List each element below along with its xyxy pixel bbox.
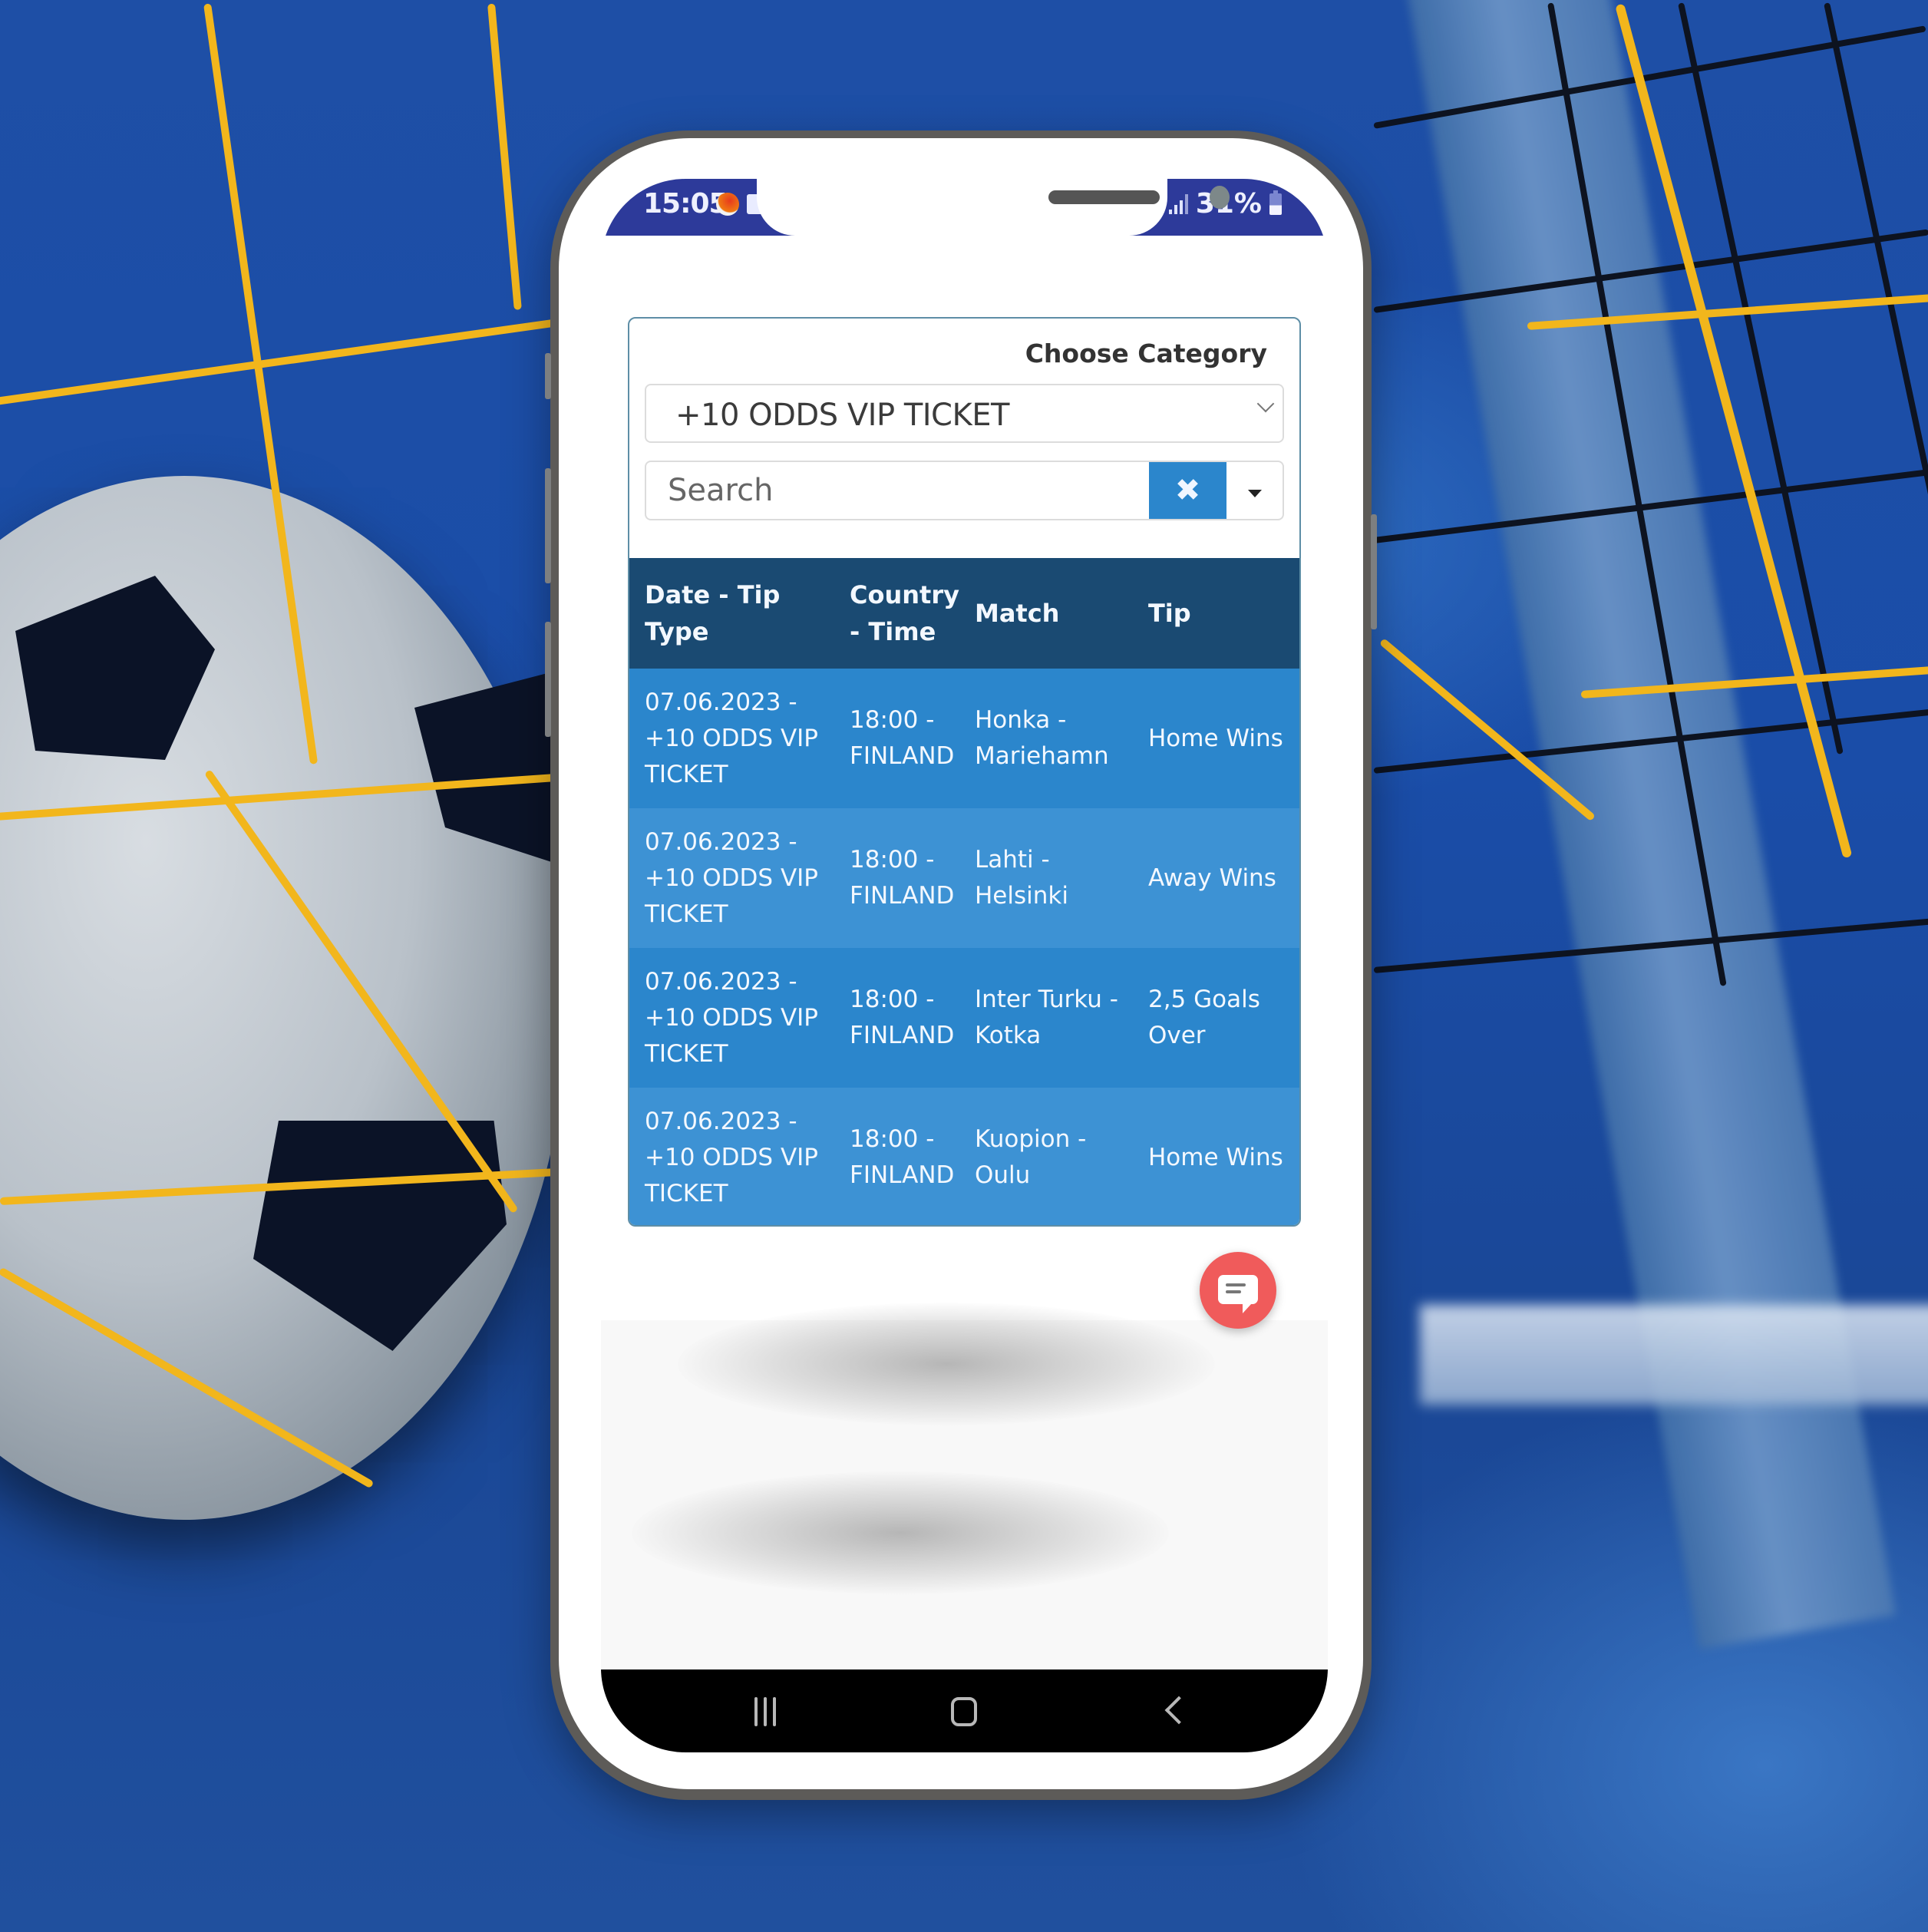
chat-bubble-icon [1218,1275,1258,1313]
back-icon[interactable] [1164,1696,1193,1725]
search-dropdown-button[interactable] [1226,462,1283,519]
search-box: ✖ [645,461,1284,520]
cell-date-tip-type: 07.06.2023 - +10 ODDS VIP TICKET [629,948,834,1088]
status-bar: 15:05 ((·))LTE 31% [601,179,1328,236]
phone-side-button [545,468,551,583]
home-icon[interactable] [951,1697,977,1726]
speaker-grille [1048,190,1160,204]
tips-table: Date - Tip Type Country - Time Match Tip… [629,558,1299,1225]
cell-date-tip-type: 07.06.2023 - +10 ODDS VIP TICKET [629,669,834,808]
status-time: 15:05 [643,188,728,220]
cell-date-tip-type: 07.06.2023 - +10 ODDS VIP TICKET [629,808,834,948]
signal-icon [1168,193,1188,214]
cell-date-tip-type: 07.06.2023 - +10 ODDS VIP TICKET [629,1088,834,1225]
table-row[interactable]: 07.06.2023 - +10 ODDS VIP TICKET 18:00 -… [629,808,1299,948]
column-header-country-time[interactable]: Country - Time [834,558,959,669]
cell-match: Lahti - Helsinki [959,808,1133,948]
cell-tip: Home Wins [1132,669,1299,808]
cell-country-time: 18:00 - FINLAND [834,948,959,1088]
category-selected-value: +10 ODDS VIP TICKET [675,398,1009,433]
table-row[interactable]: 07.06.2023 - +10 ODDS VIP TICKET 18:00 -… [629,1088,1299,1225]
phone-screen: Choose Category +10 ODDS VIP TICKET ✖ Da… [601,179,1328,1752]
search-input[interactable] [646,462,1149,519]
table-row[interactable]: 07.06.2023 - +10 ODDS VIP TICKET 18:00 -… [629,669,1299,808]
chat-button[interactable] [1200,1252,1276,1329]
column-header-date-tip-type[interactable]: Date - Tip Type [629,558,834,669]
cell-tip: Away Wins [1132,808,1299,948]
cell-match: Honka - Mariehamn [959,669,1133,808]
column-header-match[interactable]: Match [959,558,1133,669]
loading-placeholder [678,1303,1215,1425]
phone-side-button [1371,514,1377,629]
app-page: Choose Category +10 ODDS VIP TICKET ✖ Da… [601,236,1328,1669]
caret-down-icon [1247,490,1262,497]
cell-country-time: 18:00 - FINLAND [834,1088,959,1225]
cell-country-time: 18:00 - FINLAND [834,669,959,808]
close-icon: ✖ [1174,473,1201,508]
ball-patch [15,576,215,760]
cell-tip: 2,5 Goals Over [1132,948,1299,1088]
front-camera [1210,186,1230,209]
chat-line [1226,1283,1246,1286]
android-nav-bar [601,1669,1328,1752]
category-select[interactable]: +10 ODDS VIP TICKET [645,384,1284,443]
cell-match: Inter Turku - Kotka [959,948,1133,1088]
choose-category-label: Choose Category [1025,339,1267,368]
goal-base-image [1420,1305,1928,1405]
phone-side-button [545,622,551,737]
battery-icon [1269,190,1282,215]
phone-notch [757,179,1230,236]
recent-apps-icon[interactable] [754,1697,776,1726]
table-row[interactable]: 07.06.2023 - +10 ODDS VIP TICKET 18:00 -… [629,948,1299,1088]
column-header-tip[interactable]: Tip [1132,558,1299,669]
app-notification-icon [716,193,739,216]
cell-match: Kuopion - Oulu [959,1088,1133,1225]
chevron-down-icon [1256,395,1275,413]
tips-card: Choose Category +10 ODDS VIP TICKET ✖ Da… [628,317,1301,1227]
ball-patch [253,1121,507,1351]
table-header-row: Date - Tip Type Country - Time Match Tip [629,558,1299,669]
cell-tip: Home Wins [1132,1088,1299,1225]
loading-placeholder [632,1471,1169,1594]
phone-side-button [545,353,551,399]
clear-search-button[interactable]: ✖ [1149,462,1226,519]
chat-line [1226,1290,1241,1293]
cell-country-time: 18:00 - FINLAND [834,808,959,948]
